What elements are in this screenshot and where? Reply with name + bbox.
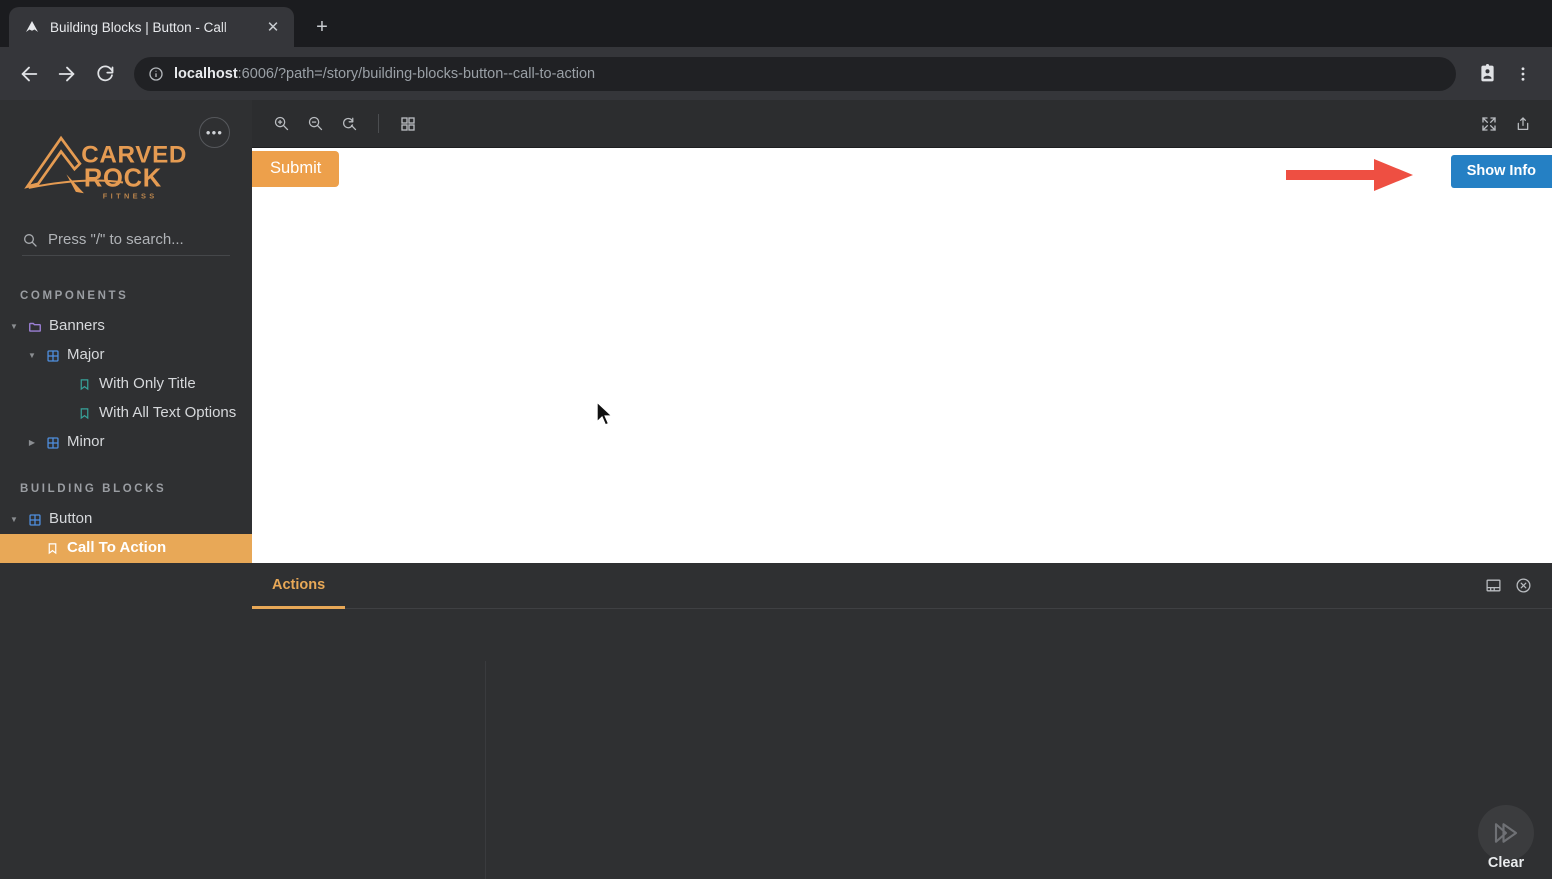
- address-bar[interactable]: localhost:6006/?path=/story/building-blo…: [134, 56, 1456, 91]
- story-bookmark-icon: [77, 377, 92, 392]
- sidebar-item-button[interactable]: ▼ Button: [0, 505, 252, 534]
- zoom-reset-icon[interactable]: [334, 109, 364, 139]
- sidebar-item-with-only-title[interactable]: ▼ With Only Title: [0, 370, 252, 399]
- sidebar-item-major[interactable]: ▼ Major: [0, 341, 252, 370]
- main-content: Submit Show Info Actions Clear: [252, 100, 1552, 879]
- browser-tab[interactable]: Building Blocks | Button - Call ✕: [9, 7, 294, 47]
- sidebar: ••• CARVED ROCK FITNESS COMPONENTS: [0, 100, 252, 879]
- zoom-out-icon[interactable]: [300, 109, 330, 139]
- addons-panel: Actions Clear: [252, 563, 1552, 879]
- sidebar-section-title-building-blocks: BUILDING BLOCKS: [20, 483, 167, 495]
- chevron-down-icon[interactable]: ▼: [8, 515, 20, 525]
- change-position-icon[interactable]: [1478, 571, 1508, 601]
- svg-text:FITNESS: FITNESS: [103, 192, 158, 201]
- sidebar-section-title-components: COMPONENTS: [20, 290, 129, 302]
- close-panel-icon[interactable]: [1508, 571, 1538, 601]
- fullscreen-icon[interactable]: [1474, 109, 1504, 139]
- clear-actions-button[interactable]: Clear: [1478, 805, 1534, 871]
- info-circle-icon[interactable]: [148, 66, 164, 82]
- story-bookmark-icon: [45, 541, 60, 556]
- sidebar-item-label: Call To Action: [67, 539, 167, 557]
- story-bookmark-icon: [77, 406, 92, 421]
- browser-tab-strip: Building Blocks | Button - Call ✕ +: [0, 0, 1552, 47]
- url-path: :6006/?path=/story/building-blocks-butto…: [237, 65, 596, 82]
- sidebar-tree: COMPONENTS ▼ Banners ▼ Major With Only T…: [0, 282, 252, 879]
- carved-rock-fitness-logo: CARVED ROCK FITNESS: [24, 135, 186, 201]
- clear-actions-icon: [1478, 805, 1534, 861]
- sidebar-item-banners[interactable]: ▼ Banners: [0, 312, 252, 341]
- sidebar-search[interactable]: [22, 231, 230, 256]
- sidebar-item-label: Minor: [67, 433, 105, 451]
- new-tab-button[interactable]: +: [306, 11, 338, 43]
- mouse-cursor: [596, 401, 614, 426]
- chevron-right-icon[interactable]: ▶: [26, 438, 38, 448]
- toolbar-separator: [378, 114, 379, 133]
- sidebar-item-with-all-text-options[interactable]: ▼ With All Text Options: [0, 399, 252, 428]
- chrome-toolbar-right: [1470, 57, 1540, 91]
- sidebar-item-label: With Only Title: [99, 375, 196, 393]
- story-preview-canvas: Submit Show Info: [252, 148, 1552, 563]
- forward-button[interactable]: [50, 57, 84, 91]
- svg-text:ROCK: ROCK: [84, 165, 162, 193]
- reload-button[interactable]: [88, 57, 122, 91]
- sidebar-item-call-to-action[interactable]: ▼ Call To Action: [0, 534, 252, 563]
- preview-toolbar: [252, 100, 1552, 148]
- browser-chrome: Building Blocks | Button - Call ✕ + loca…: [0, 0, 1552, 100]
- addons-header-spacer: [345, 563, 1478, 608]
- sidebar-header: ••• CARVED ROCK FITNESS: [0, 100, 252, 213]
- actions-panel-body: Clear: [252, 609, 1552, 879]
- search-icon: [22, 232, 38, 248]
- panel-divider: [485, 661, 486, 879]
- sidebar-menu-button[interactable]: •••: [199, 117, 230, 148]
- profile-icon[interactable]: [1470, 57, 1504, 91]
- clear-actions-label: Clear: [1487, 855, 1525, 871]
- addons-panel-header: Actions: [252, 563, 1552, 609]
- open-new-tab-icon[interactable]: [1508, 109, 1538, 139]
- chrome-menu-icon[interactable]: [1506, 57, 1540, 91]
- sidebar-item-minor[interactable]: ▶ Minor: [0, 428, 252, 457]
- sidebar-item-label: With All Text Options: [99, 404, 237, 422]
- component-icon: [45, 348, 60, 363]
- component-icon: [45, 435, 60, 450]
- chevron-down-icon[interactable]: ▼: [8, 322, 20, 332]
- sidebar-item-label: Banners: [49, 317, 105, 335]
- url-host: localhost: [174, 65, 238, 82]
- close-tab-icon[interactable]: ✕: [262, 16, 284, 38]
- tab-actions[interactable]: Actions: [252, 563, 346, 609]
- storybook-app: ••• CARVED ROCK FITNESS COMPONENTS: [0, 100, 1552, 879]
- storybook-favicon: [23, 18, 41, 36]
- component-icon: [27, 512, 42, 527]
- address-bar-url: localhost:6006/?path=/story/building-blo…: [174, 66, 595, 82]
- zoom-in-icon[interactable]: [266, 109, 296, 139]
- browser-nav-bar: localhost:6006/?path=/story/building-blo…: [0, 47, 1552, 100]
- submit-button[interactable]: Submit: [252, 151, 340, 187]
- search-input[interactable]: [48, 231, 230, 248]
- chevron-down-icon[interactable]: ▼: [26, 351, 38, 361]
- folder-icon: [27, 319, 42, 334]
- sidebar-item-label: Major: [67, 346, 105, 364]
- grid-icon[interactable]: [393, 109, 423, 139]
- sidebar-item-label: Button: [49, 510, 93, 528]
- back-button[interactable]: [12, 57, 46, 91]
- browser-tab-title: Building Blocks | Button - Call: [50, 19, 227, 35]
- show-info-button[interactable]: Show Info: [1450, 155, 1552, 188]
- annotation-arrow: [1286, 159, 1413, 191]
